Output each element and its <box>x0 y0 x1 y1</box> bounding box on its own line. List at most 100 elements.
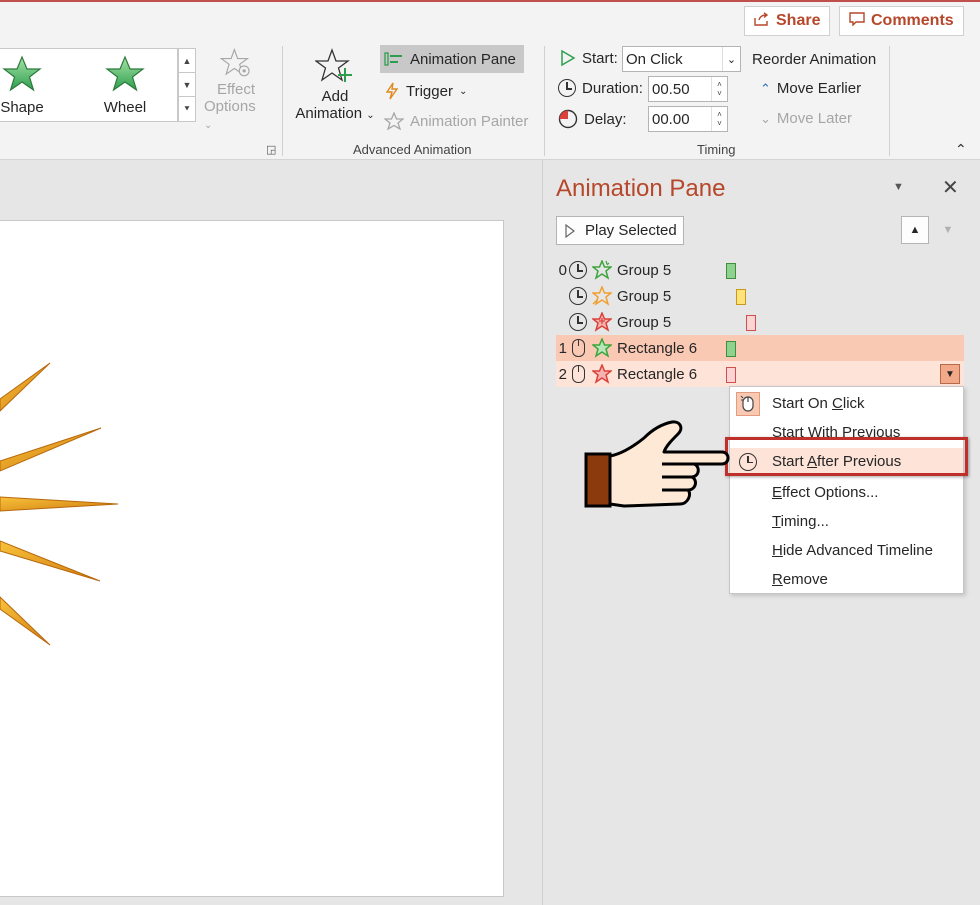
star-icon <box>2 55 42 92</box>
mouse-icon <box>568 364 588 384</box>
effect-star-icon <box>591 286 613 306</box>
move-down-button[interactable]: ▼ <box>934 216 962 244</box>
group-label-timing: Timing <box>697 142 736 157</box>
play-selected-button[interactable]: Play Selected <box>556 216 684 245</box>
duration-input[interactable]: 00.50 ˄ ˅ <box>648 76 728 102</box>
duration-label: Duration: <box>558 79 643 97</box>
gallery-more-icon[interactable]: ⯆ <box>179 97 195 121</box>
effect-options-button[interactable]: Effect Options ⌄ <box>204 48 268 132</box>
share-button[interactable]: Share <box>744 6 831 36</box>
triangle-up-icon: ▲ <box>909 224 921 236</box>
animation-item[interactable]: 0 Group 5 <box>556 257 964 283</box>
scroll-down-icon[interactable]: ▼ <box>179 73 195 97</box>
item-dropdown-button[interactable]: ▼ <box>940 364 960 384</box>
menu-item-label: Remove <box>772 571 828 588</box>
chevron-down-icon: ⌄ <box>204 120 213 131</box>
start-dropdown[interactable]: On Click ⌄ <box>622 46 741 72</box>
spinner-icon[interactable]: ˄ ˅ <box>711 107 727 131</box>
play-icon <box>565 223 575 238</box>
animation-painter-button[interactable]: Animation Painter <box>384 109 528 133</box>
move-later-button[interactable]: ⌄ Move Later <box>760 110 852 127</box>
pane-title: Animation Pane <box>556 175 726 202</box>
menu-item-label: Hide Advanced Timeline <box>772 542 933 559</box>
comments-label: Comments <box>871 12 954 29</box>
animation-pane-label: Animation Pane <box>410 50 516 68</box>
animation-item[interactable]: Group 5 <box>556 283 964 309</box>
dialog-launcher-icon[interactable]: ◲ <box>266 143 276 156</box>
scroll-up-icon[interactable]: ▲ <box>179 49 195 73</box>
item-order-number: 0 <box>558 261 567 279</box>
effect-options-icon <box>219 48 250 77</box>
group-divider <box>282 46 283 156</box>
trigger-label: Trigger <box>406 82 453 100</box>
menu-item-start-on-click[interactable]: Start On Click <box>730 390 963 417</box>
mouse-icon <box>736 391 760 416</box>
chevron-down-icon: ⌄ <box>760 110 771 126</box>
trigger-button[interactable]: Trigger ⌄ <box>384 79 467 103</box>
close-icon[interactable]: ✕ <box>942 175 959 200</box>
duration-value: 00.50 <box>652 80 690 98</box>
item-name: Group 5 <box>617 261 672 279</box>
animation-item-selected[interactable]: 2 Rectangle 6 ▼ <box>556 361 964 387</box>
item-name: Group 5 <box>617 313 672 331</box>
gallery-item-shape[interactable]: Shape <box>0 49 52 121</box>
item-name: Rectangle 6 <box>617 339 698 357</box>
effect-star-icon <box>591 260 613 280</box>
menu-item-label: Start On Click <box>772 395 865 412</box>
menu-item-remove[interactable]: Remove <box>730 566 963 593</box>
star-icon <box>105 55 145 92</box>
collapse-ribbon-icon[interactable]: ⌃ <box>955 141 967 158</box>
menu-item-hide-advanced-timeline[interactable]: Hide Advanced Timeline <box>730 537 963 564</box>
animation-painter-label: Animation Painter <box>410 112 529 130</box>
chevron-down-icon[interactable]: ⌄ <box>722 47 740 71</box>
delay-value: 00.00 <box>652 110 690 128</box>
context-menu: Start On Click Start With Previous Start… <box>729 386 964 594</box>
reorder-animation-label: Reorder Animation <box>752 51 877 68</box>
timeline-bar[interactable] <box>726 341 736 357</box>
animation-item-selected[interactable]: 1 Rectangle 6 <box>556 335 964 361</box>
spinner-icon[interactable]: ˄ ˅ <box>711 77 727 101</box>
add-animation-button[interactable]: Add Animation ⌄ <box>292 48 378 132</box>
timeline-bar[interactable] <box>746 315 756 331</box>
menu-item-effect-options[interactable]: Effect Options... <box>730 479 963 506</box>
triangle-down-icon: ▼ <box>942 224 954 236</box>
menu-item-label: Effect Options... <box>772 484 879 501</box>
effect-options-label-1: Effect <box>216 81 256 98</box>
pane-options-icon[interactable]: ▼ <box>893 181 904 193</box>
delay-input[interactable]: 00.00 ˄ ˅ <box>648 106 728 132</box>
timeline-bar[interactable] <box>726 367 736 383</box>
triangle-down-icon: ▼ <box>945 368 955 380</box>
start-label: Start: <box>560 49 618 67</box>
highlight-box <box>725 437 968 476</box>
timeline-bar[interactable] <box>726 263 736 279</box>
group-label-advanced-animation: Advanced Animation <box>353 142 472 157</box>
add-animation-label-2: Animation ⌄ <box>295 105 375 122</box>
timeline-bar[interactable] <box>736 289 746 305</box>
animation-gallery[interactable]: Shape Wheel <box>0 48 178 122</box>
effect-star-icon <box>591 364 613 384</box>
delay-clock-icon <box>558 109 578 129</box>
effect-options-label-2: Options ⌄ <box>204 98 256 131</box>
play-outline-icon <box>561 49 576 67</box>
comment-icon <box>849 11 865 31</box>
starburst-shape[interactable] <box>0 221 504 898</box>
share-icon <box>754 11 770 31</box>
item-order-number: 2 <box>558 365 567 383</box>
slide-canvas[interactable] <box>0 220 504 897</box>
animation-pane-button[interactable]: Animation Pane <box>380 45 524 73</box>
pointing-hand-icon <box>584 420 730 508</box>
menu-item-label: Timing... <box>772 513 829 530</box>
start-value: On Click <box>626 50 683 68</box>
gallery-item-label: Shape <box>0 99 44 116</box>
menu-item-timing[interactable]: Timing... <box>730 508 963 535</box>
move-earlier-button[interactable]: ⌃ Move Earlier <box>760 80 861 97</box>
comments-button[interactable]: Comments <box>839 6 964 36</box>
delay-label: Delay: <box>558 109 627 129</box>
animation-item[interactable]: Group 5 <box>556 309 964 335</box>
move-later-label: Move Later <box>776 110 852 127</box>
gallery-item-wheel[interactable]: Wheel <box>95 49 155 121</box>
move-up-button[interactable]: ▲ <box>901 216 929 244</box>
animation-pane-icon <box>384 52 402 66</box>
clock-icon <box>568 312 588 332</box>
gallery-scroll[interactable]: ▲ ▼ ⯆ <box>178 48 196 122</box>
